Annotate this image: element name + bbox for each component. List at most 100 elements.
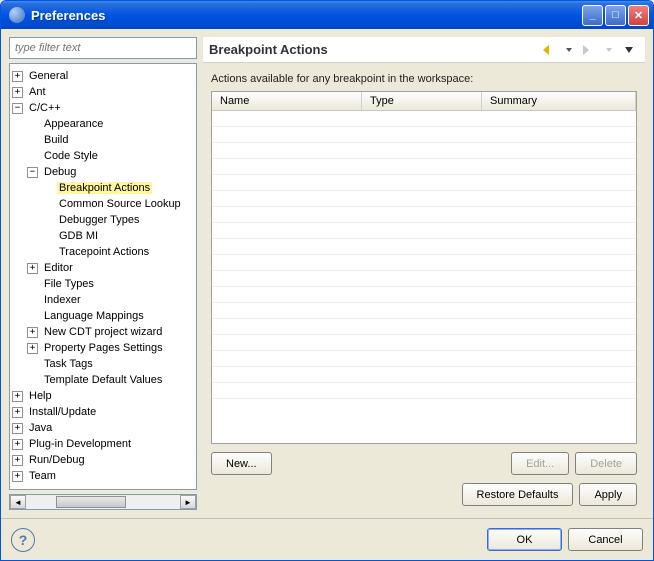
table-row[interactable] <box>212 239 636 255</box>
titlebar[interactable]: Preferences _ □ ✕ <box>1 1 653 29</box>
collapse-icon[interactable]: − <box>27 167 38 178</box>
tree-item-label: Run/Debug <box>27 454 87 466</box>
tree-item-label: Indexer <box>42 294 83 306</box>
tree-item[interactable]: + Editor <box>12 260 194 276</box>
tree-item-label: Java <box>27 422 54 434</box>
tree-item[interactable]: + Run/Debug <box>12 452 194 468</box>
tree-item[interactable]: Common Source Lookup <box>12 196 194 212</box>
table-row[interactable] <box>212 159 636 175</box>
tree-item[interactable]: Breakpoint Actions <box>12 180 194 196</box>
tree-item-label: Task Tags <box>42 358 95 370</box>
minimize-button[interactable]: _ <box>582 5 603 26</box>
collapse-icon[interactable]: − <box>12 103 23 114</box>
tree-item[interactable]: Tracepoint Actions <box>12 244 194 260</box>
horizontal-scrollbar[interactable]: ◄ ► <box>9 494 197 510</box>
new-button[interactable]: New... <box>211 452 272 475</box>
table-row[interactable] <box>212 207 636 223</box>
table-row[interactable] <box>212 367 636 383</box>
scroll-track[interactable] <box>26 495 180 509</box>
tree-item-label: C/C++ <box>27 102 63 114</box>
forward-icon[interactable] <box>581 42 597 58</box>
table-row[interactable] <box>212 351 636 367</box>
delete-button: Delete <box>575 452 637 475</box>
tree-item[interactable]: Code Style <box>12 148 194 164</box>
expand-icon[interactable]: + <box>12 87 23 98</box>
tree-item-label: Plug-in Development <box>27 438 133 450</box>
maximize-button[interactable]: □ <box>605 5 626 26</box>
table-row[interactable] <box>212 127 636 143</box>
tree-item-label: Debugger Types <box>57 214 142 226</box>
tree-item[interactable]: + New CDT project wizard <box>12 324 194 340</box>
tree-item[interactable]: +Install/Update <box>12 404 194 420</box>
expand-icon[interactable]: + <box>27 343 38 354</box>
tree-item-label: Code Style <box>42 150 100 162</box>
tree-item[interactable]: + Java <box>12 420 194 436</box>
tree-item-label: Common Source Lookup <box>57 198 183 210</box>
tree-item[interactable]: +Team <box>12 468 194 484</box>
scroll-left-button[interactable]: ◄ <box>10 495 26 509</box>
tree-item[interactable]: −Debug <box>12 164 194 180</box>
tree-item[interactable]: + Plug-in Development <box>12 436 194 452</box>
table-row[interactable] <box>212 383 636 399</box>
expand-icon[interactable]: + <box>12 71 23 82</box>
expand-icon[interactable]: + <box>12 439 23 450</box>
expand-icon[interactable]: + <box>12 455 23 466</box>
tree-item[interactable]: Language Mappings <box>12 308 194 324</box>
expand-icon[interactable]: + <box>12 471 23 482</box>
table-body[interactable] <box>212 111 636 391</box>
table-row[interactable] <box>212 223 636 239</box>
table-row[interactable] <box>212 143 636 159</box>
expand-icon[interactable]: + <box>12 423 23 434</box>
filter-input[interactable] <box>9 37 197 59</box>
table-row[interactable] <box>212 111 636 127</box>
column-summary[interactable]: Summary <box>482 92 636 110</box>
tree-item[interactable]: +General <box>12 68 194 84</box>
table-row[interactable] <box>212 335 636 351</box>
tree-item-label: Editor <box>42 262 75 274</box>
page-title: Breakpoint Actions <box>209 42 539 57</box>
tree-item[interactable]: +Help <box>12 388 194 404</box>
table-row[interactable] <box>212 271 636 287</box>
expand-icon[interactable]: + <box>12 391 23 402</box>
apply-button[interactable]: Apply <box>579 483 637 506</box>
close-button[interactable]: ✕ <box>628 5 649 26</box>
tree-item-label: New CDT project wizard <box>42 326 164 338</box>
table-row[interactable] <box>212 303 636 319</box>
menu-icon[interactable] <box>621 42 637 58</box>
help-icon[interactable]: ? <box>11 528 35 552</box>
tree-item[interactable]: −C/C++ <box>12 100 194 116</box>
tree-item[interactable]: Debugger Types <box>12 212 194 228</box>
window-title: Preferences <box>31 8 580 23</box>
cancel-button[interactable]: Cancel <box>568 528 643 551</box>
table-row[interactable] <box>212 255 636 271</box>
restore-defaults-button[interactable]: Restore Defaults <box>462 483 574 506</box>
column-type[interactable]: Type <box>362 92 482 110</box>
ok-button[interactable]: OK <box>487 528 562 551</box>
table-row[interactable] <box>212 175 636 191</box>
back-icon[interactable] <box>541 42 557 58</box>
tree-item[interactable]: +Property Pages Settings <box>12 340 194 356</box>
tree-item[interactable]: Template Default Values <box>12 372 194 388</box>
expand-icon[interactable]: + <box>27 327 38 338</box>
dropdown-icon[interactable] <box>561 42 577 58</box>
left-panel: +General+Ant−C/C++AppearanceBuildCode St… <box>9 37 197 510</box>
tree-item[interactable]: Indexer <box>12 292 194 308</box>
tree-item[interactable]: GDB MI <box>12 228 194 244</box>
tree-item-label: File Types <box>42 278 96 290</box>
tree-item[interactable]: Appearance <box>12 116 194 132</box>
column-name[interactable]: Name <box>212 92 362 110</box>
tree-item[interactable]: Build <box>12 132 194 148</box>
dropdown-icon[interactable] <box>601 42 617 58</box>
scroll-thumb[interactable] <box>56 496 126 508</box>
table-row[interactable] <box>212 191 636 207</box>
table-row[interactable] <box>212 319 636 335</box>
expand-icon[interactable]: + <box>27 263 38 274</box>
actions-table[interactable]: Name Type Summary <box>211 91 637 444</box>
tree-item[interactable]: +Ant <box>12 84 194 100</box>
tree-item[interactable]: File Types <box>12 276 194 292</box>
scroll-right-button[interactable]: ► <box>180 495 196 509</box>
tree-item[interactable]: Task Tags <box>12 356 194 372</box>
expand-icon[interactable]: + <box>12 407 23 418</box>
preferences-tree[interactable]: +General+Ant−C/C++AppearanceBuildCode St… <box>9 63 197 490</box>
table-row[interactable] <box>212 287 636 303</box>
